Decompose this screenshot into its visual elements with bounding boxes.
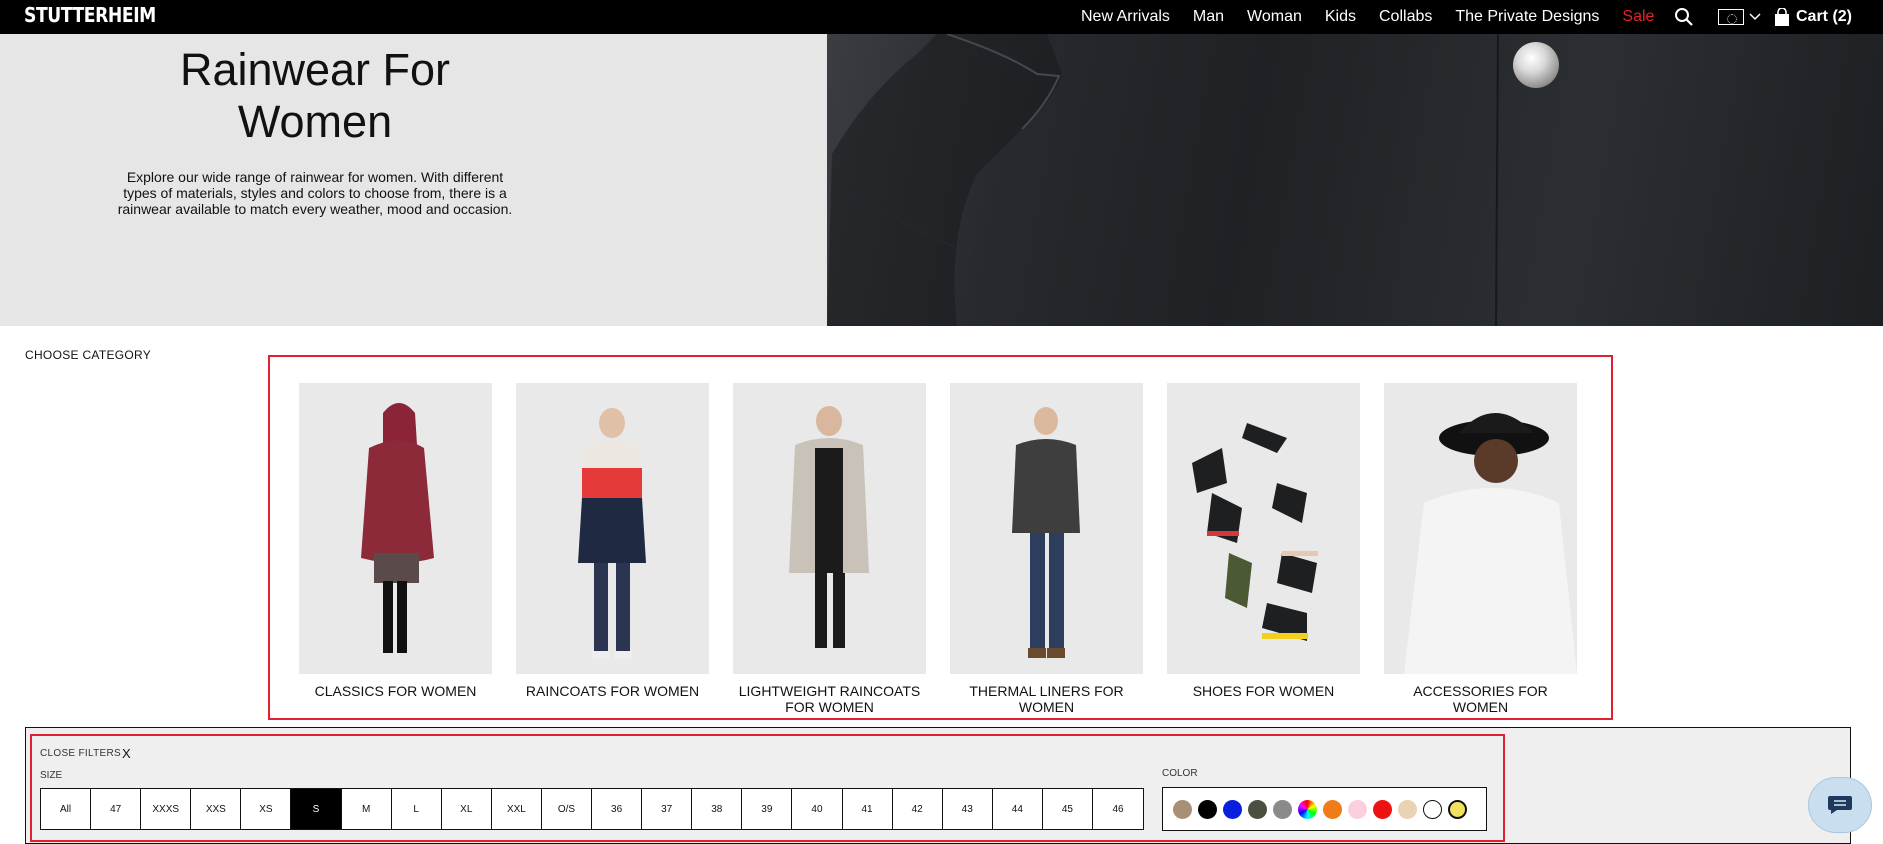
search-icon[interactable] (1674, 7, 1694, 27)
size-option-42[interactable]: 42 (893, 789, 943, 829)
color-swatch-red[interactable] (1373, 799, 1392, 819)
size-option-47[interactable]: 47 (91, 789, 142, 829)
nav-kids[interactable]: Kids (1325, 8, 1356, 26)
color-swatch-blue[interactable] (1223, 799, 1242, 819)
size-option-xs[interactable]: XS (241, 789, 292, 829)
size-option-s-selected[interactable]: S (291, 789, 342, 829)
color-swatch-grey[interactable] (1273, 799, 1292, 819)
size-option-45[interactable]: 45 (1043, 789, 1093, 829)
size-option-39[interactable]: 39 (742, 789, 793, 829)
title-line-2: Women (237, 96, 393, 147)
page-title: Rainwear For Women (120, 44, 510, 148)
category-shoes[interactable]: SHOES FOR WOMEN (1167, 383, 1360, 699)
size-option-37[interactable]: 37 (642, 789, 693, 829)
color-filter-label: COLOR (1162, 768, 1198, 779)
color-swatch-beige[interactable] (1398, 799, 1417, 819)
color-swatch-white[interactable] (1423, 799, 1442, 819)
size-option-36[interactable]: 36 (592, 789, 643, 829)
size-filter-label: SIZE (40, 770, 63, 781)
category-thermal-liners[interactable]: THERMAL LINERS FOR WOMEN (950, 383, 1143, 715)
chevron-down-icon[interactable] (1748, 10, 1762, 24)
category-classics[interactable]: CLASSICS FOR WOMEN (299, 383, 492, 699)
size-option-all[interactable]: All (41, 789, 92, 829)
size-option-xxs[interactable]: XXS (191, 789, 242, 829)
nav-private-designs[interactable]: The Private Designs (1455, 8, 1599, 26)
shopping-bag-icon[interactable] (1774, 8, 1790, 26)
close-icon[interactable]: X (122, 746, 131, 761)
size-option-44[interactable]: 44 (993, 789, 1043, 829)
size-option-38[interactable]: 38 (692, 789, 743, 829)
size-option-xxxs[interactable]: XXXS (141, 789, 192, 829)
coat-lapel-shape (827, 34, 1499, 326)
stutterheim-logo[interactable]: STUTTERHEIM (24, 3, 156, 27)
category-label-classics: CLASSICS FOR WOMEN (314, 683, 477, 699)
category-lightweight-raincoats[interactable]: LIGHTWEIGHT RAINCOATS FOR WOMEN (733, 383, 926, 715)
main-nav: New Arrivals Man Woman Kids Collabs The … (1081, 0, 1677, 34)
size-option-46[interactable]: 46 (1093, 789, 1143, 829)
cart-link[interactable]: Cart (2) (1796, 8, 1852, 26)
size-option-43[interactable]: 43 (943, 789, 993, 829)
coat-snap-button (1513, 42, 1559, 88)
size-option-xl[interactable]: XL (442, 789, 492, 829)
woman-red-coat-photo[interactable] (299, 383, 492, 674)
title-line-1: Rainwear For (179, 44, 451, 95)
color-swatch-black[interactable] (1198, 799, 1217, 819)
category-label-raincoats: RAINCOATS FOR WOMEN (525, 683, 700, 699)
category-accessories[interactable]: ACCESSORIES FOR WOMEN (1384, 383, 1577, 715)
category-label-accessories: ACCESSORIES FOR WOMEN (1413, 683, 1548, 715)
category-raincoats[interactable]: RAINCOATS FOR WOMEN (516, 383, 709, 699)
color-swatch-tan[interactable] (1173, 799, 1192, 819)
woman-beige-raincoat-photo[interactable] (733, 383, 926, 674)
hero-description: Explore our wide range of rainwear for w… (117, 169, 513, 217)
color-swatch-orange[interactable] (1323, 799, 1342, 819)
woman-quilted-jacket-photo[interactable] (950, 383, 1143, 674)
size-option-xxl[interactable]: XXL (492, 789, 542, 829)
color-swatch-olive[interactable] (1248, 799, 1267, 819)
close-filters-button[interactable]: CLOSE FILTERS (40, 748, 121, 759)
chat-button[interactable] (1808, 777, 1872, 833)
color-swatch-pink[interactable] (1348, 799, 1367, 819)
nav-collabs[interactable]: Collabs (1379, 8, 1432, 26)
nav-sale[interactable]: Sale (1622, 8, 1654, 26)
size-option-41[interactable]: 41 (843, 789, 893, 829)
category-label-shoes: SHOES FOR WOMEN (1192, 683, 1335, 699)
size-option-l[interactable]: L (392, 789, 442, 829)
hero-coat-image (827, 34, 1883, 326)
header-actions: Cart (2) (1674, 0, 1852, 34)
color-swatch-multicolor[interactable] (1298, 799, 1317, 819)
category-label-lightweight: LIGHTWEIGHT RAINCOATS FOR WOMEN (738, 683, 921, 715)
bucket-hat-photo[interactable] (1384, 383, 1577, 674)
size-selector: All 47 XXXS XXS XS S M L XL XXL O/S 36 3… (40, 788, 1145, 830)
size-option-m[interactable]: M (342, 789, 392, 829)
color-swatch-yellow-selected[interactable] (1448, 799, 1467, 819)
hero-banner: Rainwear For Women Explore our wide rang… (0, 34, 1883, 326)
top-navigation-bar: STUTTERHEIM New Arrivals Man Woman Kids … (0, 0, 1883, 34)
size-option-os[interactable]: O/S (542, 789, 593, 829)
nav-man[interactable]: Man (1193, 8, 1224, 26)
nav-new-arrivals[interactable]: New Arrivals (1081, 8, 1170, 26)
eu-flag-icon[interactable] (1718, 9, 1744, 25)
choose-category-heading: CHOOSE CATEGORY (25, 348, 152, 362)
category-label-thermal: THERMAL LINERS FOR WOMEN (969, 683, 1124, 715)
size-option-40[interactable]: 40 (792, 789, 843, 829)
color-selector (1162, 787, 1487, 831)
woman-striped-raincoat-photo[interactable] (516, 383, 709, 674)
rain-boots-photo[interactable] (1167, 383, 1360, 674)
chat-icon (1828, 796, 1852, 814)
nav-woman[interactable]: Woman (1247, 8, 1302, 26)
